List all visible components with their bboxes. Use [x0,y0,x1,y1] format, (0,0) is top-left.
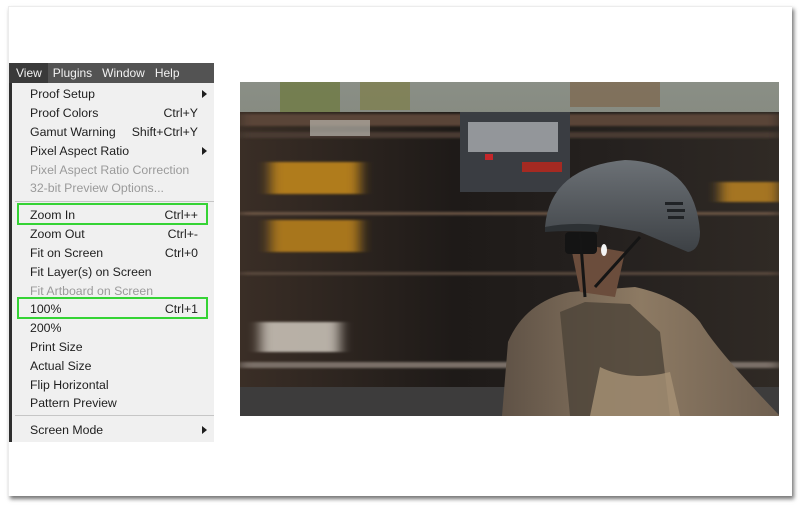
menu-item-shortcut: Ctrl+0 [164,246,198,260]
menu-item-flip-horizontal[interactable]: Flip Horizontal [12,376,214,395]
menu-item-shortcut: Ctrl+- [167,227,198,241]
cyclist-photo [240,82,779,416]
menu-item-pixel-aspect-ratio[interactable]: Pixel Aspect Ratio [12,142,214,161]
menu-item-label: Proof Colors [30,106,99,120]
menu-item-label: Flip Horizontal [30,378,109,392]
menu-item-proof-colors[interactable]: Proof Colors Ctrl+Y [12,104,214,123]
menu-item-label: Fit Layer(s) on Screen [30,265,152,279]
menu-item-label: Proof Setup [30,87,95,101]
menu-item-label: Pixel Aspect Ratio Correction [30,163,190,177]
menu-item-proof-setup[interactable]: Proof Setup [12,85,214,104]
menu-item-screen-mode[interactable]: Screen Mode [12,421,214,440]
menu-item-shortcut: Ctrl+Y [163,106,198,120]
menu-item-print-size[interactable]: Print Size [12,338,214,357]
menu-item-gamut-warning[interactable]: Gamut Warning Shift+Ctrl+Y [12,123,214,142]
menu-item-label: Actual Size [30,359,92,373]
canvas-image [240,82,779,416]
menu-item-label: Screen Mode [30,423,104,437]
menu-item-fit-on-screen[interactable]: Fit on Screen Ctrl+0 [12,244,214,263]
menu-item-label: 32-bit Preview Options... [30,181,164,195]
menu-item-label: 200% [30,321,62,335]
menu-item-32bit-preview-options: 32-bit Preview Options... [12,179,214,198]
submenu-arrow-icon [202,90,207,98]
menu-item-label: Pixel Aspect Ratio [30,144,130,158]
menu-view[interactable]: View [9,63,48,83]
menu-item-label: Gamut Warning [30,125,116,139]
menu-window[interactable]: Window [97,63,150,83]
menu-separator [15,201,214,202]
menu-help[interactable]: Help [150,63,185,83]
100-percent-highlight-box [17,297,208,319]
submenu-arrow-icon [202,426,207,434]
menu-item-label: Fit on Screen [30,246,104,260]
menu-item-fit-layers-on-screen[interactable]: Fit Layer(s) on Screen [12,263,214,282]
menu-item-zoom-out[interactable]: Zoom Out Ctrl+- [12,225,214,244]
menu-item-pixel-aspect-ratio-correction: Pixel Aspect Ratio Correction [12,161,214,180]
menu-separator [15,415,214,416]
menu-item-pattern-preview[interactable]: Pattern Preview [12,394,214,413]
menu-bar: View Plugins Window Help [9,63,214,83]
menu-item-200-percent[interactable]: 200% [12,319,214,338]
menu-item-label: Fit Artboard on Screen [30,284,154,298]
menu-item-label: Pattern Preview [30,396,117,410]
menu-item-label: Print Size [30,340,83,354]
submenu-arrow-icon [202,147,207,155]
zoom-in-highlight-box [17,203,208,225]
menu-plugins[interactable]: Plugins [48,63,97,83]
menu-item-label: Zoom Out [30,227,85,241]
view-menu-dropdown: Proof Setup Proof Colors Ctrl+Y Gamut Wa… [9,83,214,442]
menu-item-actual-size[interactable]: Actual Size [12,357,214,376]
menu-item-shortcut: Shift+Ctrl+Y [131,125,198,139]
